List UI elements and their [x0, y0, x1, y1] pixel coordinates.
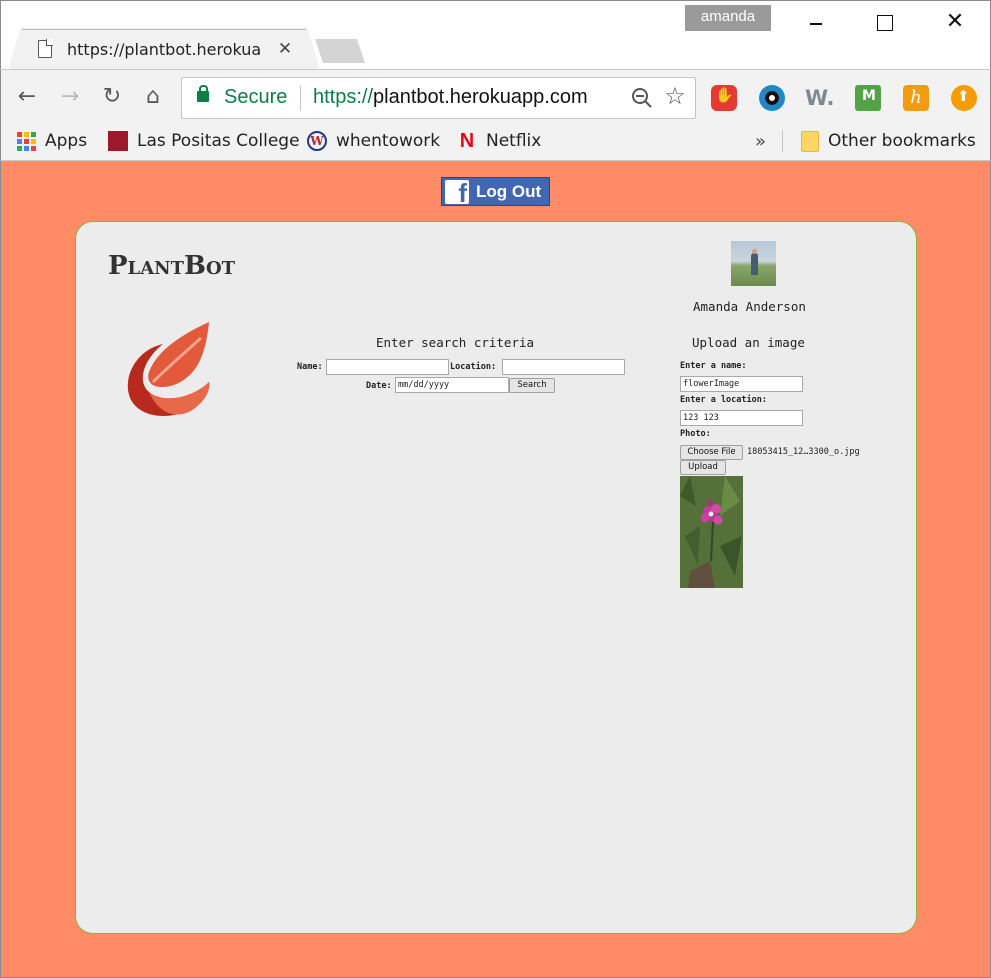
home-icon[interactable]: ⌂ [140, 84, 166, 110]
url-text[interactable]: https://plantbot.herokuapp.com [313, 86, 588, 109]
apps-grid-dot [17, 145, 22, 151]
tab-close-icon[interactable]: ✕ [277, 39, 293, 59]
logout-label: Log Out [476, 181, 542, 201]
search-date-label: Date: [366, 381, 392, 391]
apps-grid-dot [24, 138, 29, 144]
shield-extension-icon[interactable] [855, 85, 881, 111]
upload-location-input[interactable]: 123 123 [680, 410, 803, 426]
tab-title[interactable]: https://plantbot.herokua [67, 40, 267, 60]
facebook-logout-button[interactable]: Log Out [441, 177, 550, 206]
bookmark-label: Netflix [486, 131, 542, 151]
honey-extension-icon[interactable]: h [903, 85, 929, 111]
new-tab-button[interactable] [315, 39, 365, 63]
secure-label[interactable]: Secure [224, 86, 287, 109]
apps-grid-icon [17, 131, 36, 151]
bookmark-apps[interactable]: Apps [17, 128, 87, 154]
upload-button[interactable]: Upload [680, 460, 726, 475]
profile-badge[interactable]: amanda [685, 5, 771, 31]
las-positas-logo-icon [108, 131, 128, 151]
bookmark-star-icon[interactable]: ☆ [663, 83, 687, 109]
user-avatar[interactable] [731, 241, 776, 286]
bookmark-label: Apps [45, 131, 88, 151]
upload-name-label: Enter a name: [680, 361, 747, 371]
folder-icon [801, 130, 819, 152]
minimize-button[interactable] [796, 8, 836, 38]
user-name: Amanda Anderson [693, 299, 806, 314]
search-name-label: Name: [297, 362, 323, 372]
reload-icon[interactable]: ↻ [99, 84, 125, 110]
close-window-button[interactable]: ✕ [935, 8, 975, 38]
back-arrow-icon[interactable]: ← [14, 84, 40, 110]
bookmark-las-positas-college[interactable]: Las Positas College [108, 128, 300, 154]
zoom-out-icon[interactable] [631, 87, 653, 109]
bookmark-netflix[interactable]: N Netflix [457, 128, 542, 154]
forward-arrow-icon[interactable]: → [57, 84, 83, 110]
leaf-logo-icon [127, 322, 210, 416]
w-extension-icon[interactable]: W. [805, 85, 834, 111]
apps-grid-dot [17, 131, 22, 137]
upload-photo-label: Photo: [680, 429, 711, 439]
search-section-title: Enter search criteria [376, 335, 535, 350]
upload-name-input[interactable]: flowerImage [680, 376, 803, 392]
brand-title: PlantBot [108, 251, 236, 281]
apps-grid-dot [31, 138, 36, 144]
flower-photo-preview [680, 476, 743, 588]
bookmark-label: whentowork [336, 131, 441, 151]
choose-file-button[interactable]: Choose File [680, 445, 743, 460]
stop-hand-extension-icon[interactable] [711, 85, 737, 111]
bookmark-label: Other bookmarks [828, 131, 976, 151]
search-location-input[interactable] [502, 359, 625, 375]
search-name-input[interactable] [326, 359, 449, 375]
apps-grid-dot [31, 131, 36, 137]
eye-extension-icon[interactable] [759, 85, 785, 111]
facebook-icon [445, 179, 469, 204]
upload-section-title: Upload an image [692, 335, 805, 350]
url-scheme: https:// [313, 86, 374, 108]
upload-arrow-extension-icon[interactable] [951, 85, 977, 111]
search-location-label: Location: [450, 362, 497, 372]
search-date-input[interactable]: mm/dd/yyyy [395, 377, 509, 393]
bookmark-label: Las Positas College [137, 131, 300, 151]
bookmarks-divider [782, 130, 783, 152]
bookmark-other-bookmarks[interactable]: Other bookmarks [801, 128, 976, 154]
apps-grid-dot [31, 145, 36, 151]
apps-grid-dot [17, 138, 22, 144]
whentowork-logo-icon: W [307, 131, 327, 151]
search-button[interactable]: Search [509, 378, 555, 393]
lock-icon[interactable] [197, 85, 209, 102]
netflix-logo-icon: N [459, 130, 475, 152]
address-bar-divider [300, 85, 301, 111]
url-host: plantbot.herokuapp.com [373, 86, 588, 108]
bookmarks-overflow-chevron-icon[interactable]: » [755, 128, 766, 154]
upload-location-label: Enter a location: [680, 395, 767, 405]
maximize-button[interactable] [864, 8, 904, 38]
selected-file-name: 18053415_12…3300_o.jpg [747, 447, 860, 457]
apps-grid-dot [24, 145, 29, 151]
bookmark-whentowork[interactable]: W whentowork [307, 128, 440, 154]
page-icon [38, 39, 53, 58]
apps-grid-dot [24, 131, 29, 137]
